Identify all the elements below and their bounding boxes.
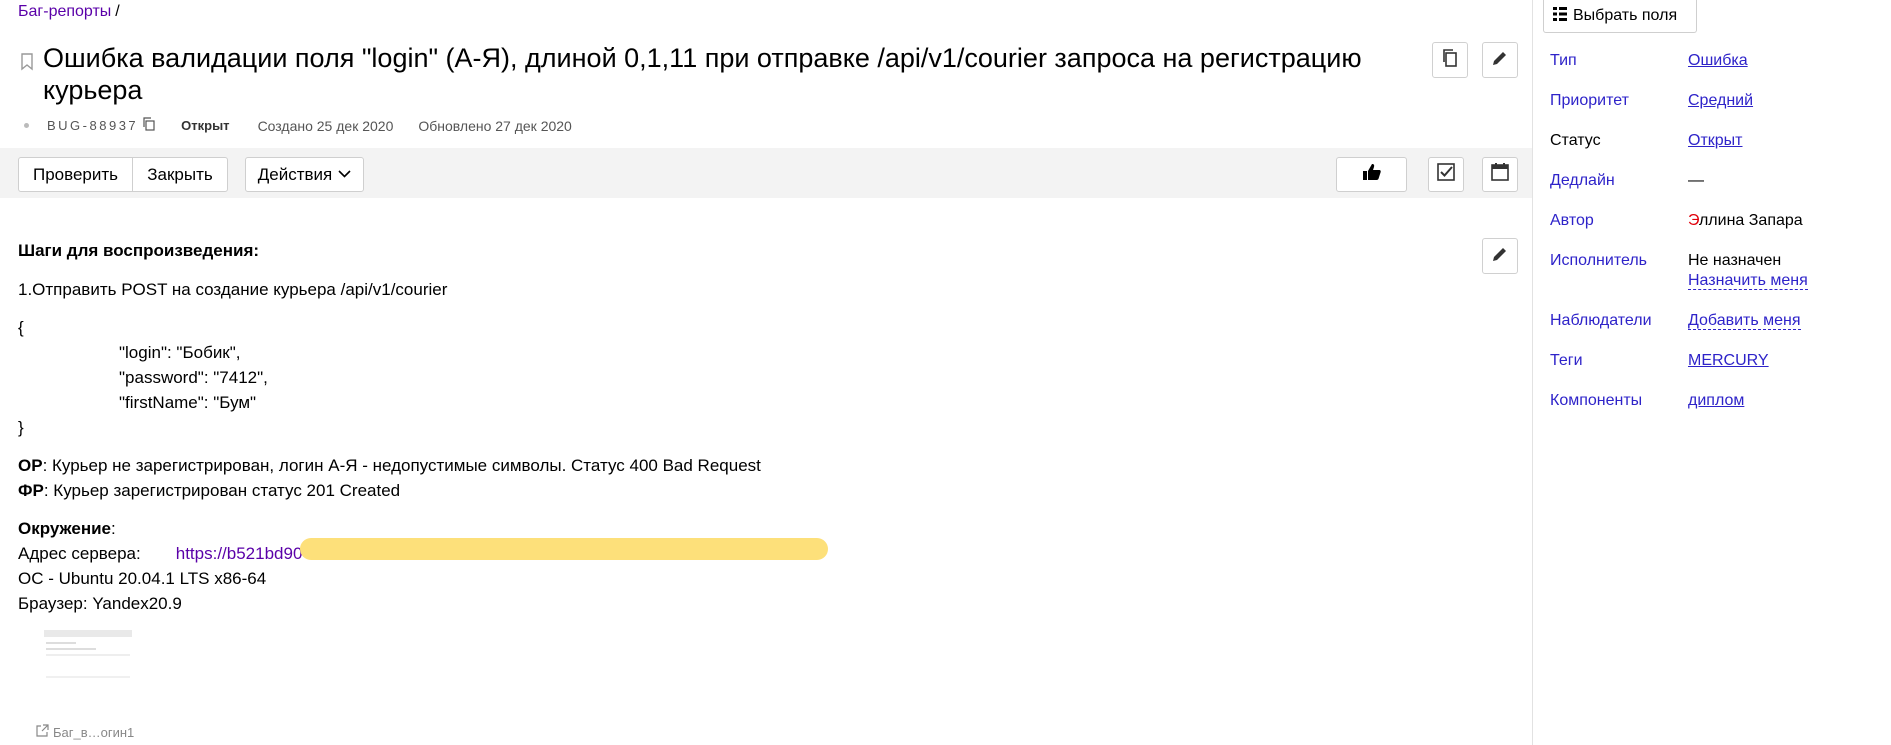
field-label: Статус xyxy=(1550,132,1601,149)
close-button[interactable]: Закрыть xyxy=(132,157,228,192)
author-initial: Э xyxy=(1688,212,1699,229)
page-title: Ошибка валидации поля "login" (А-Я), дли… xyxy=(43,43,1362,105)
meta-dot xyxy=(24,123,29,128)
server-url-link[interactable]: https://b521bd90-e xyxy=(176,544,318,563)
json-line: "firstName": "Бум" xyxy=(119,393,257,412)
edit-title-button[interactable] xyxy=(1482,42,1518,78)
component-link[interactable]: диплом xyxy=(1688,392,1744,410)
actions-label: Действия xyxy=(257,164,333,184)
author-value[interactable]: Эллина Запара xyxy=(1688,212,1803,230)
attachment-name: Баг_в…огин1 xyxy=(53,724,135,740)
assignee-value: Не назначен xyxy=(1688,252,1782,269)
json-line: "password": "7412", xyxy=(119,368,268,387)
breadcrumb-separator: / xyxy=(115,3,120,20)
status-badge: Открыт xyxy=(181,118,230,133)
expected-label: ОР xyxy=(18,456,43,475)
updated-date: Обновлено 27 дек 2020 xyxy=(418,117,572,134)
choose-fields-button[interactable]: Выбрать поля xyxy=(1543,0,1697,33)
author-name-rest: ллина Запара xyxy=(1698,212,1803,229)
choose-fields-label: Выбрать поля xyxy=(1573,7,1678,24)
add-me-link: Добавить меня xyxy=(1688,312,1801,330)
created-date: Создано 25 дек 2020 xyxy=(257,117,394,134)
server-label: Адрес сервера: xyxy=(18,544,141,563)
issue-key: BUG-88937 xyxy=(47,118,139,133)
assign-me-label[interactable]: Назначить меня xyxy=(1688,272,1808,290)
copy-icon xyxy=(1441,48,1459,73)
thumbs-up-icon xyxy=(1362,163,1382,186)
deadline-value[interactable]: — xyxy=(1688,172,1704,190)
calendar-button[interactable] xyxy=(1482,157,1518,192)
attachment-thumbnail[interactable] xyxy=(42,628,134,696)
type-value-link[interactable]: Ошибка xyxy=(1688,52,1748,70)
field-label: Дедлайн xyxy=(1550,172,1615,189)
environment-colon: : xyxy=(111,519,116,538)
pencil-icon xyxy=(1491,49,1509,72)
expected-text: : Курьер не зарегистрирован, логин А-Я -… xyxy=(42,456,761,475)
steps-heading: Шаги для воспроизведения: xyxy=(18,241,260,260)
tag-link[interactable]: MERCURY xyxy=(1688,352,1769,370)
field-label: Тип xyxy=(1550,52,1577,69)
field-label: Теги xyxy=(1550,352,1583,369)
field-label: Приоритет xyxy=(1550,92,1629,109)
pencil-icon xyxy=(1491,245,1509,268)
breadcrumb-bug-reports-link[interactable]: Баг-репорты xyxy=(18,3,111,20)
check-button[interactable]: Проверить xyxy=(18,157,133,192)
field-label: Компоненты xyxy=(1550,392,1643,409)
sidebar: Выбрать поля Тип Ошибка Приоритет Средни… xyxy=(1532,0,1891,745)
redaction-mark xyxy=(300,538,828,560)
add-me-label[interactable]: Добавить меня xyxy=(1688,312,1801,330)
os-info: ОС - Ubuntu 20.04.1 LTS x86-64 xyxy=(18,569,267,588)
breadcrumb: Баг-репорты / xyxy=(18,3,120,21)
step-1: 1.Отправить POST на создание курьера /ap… xyxy=(18,280,448,299)
field-label: Исполнитель xyxy=(1550,252,1648,269)
issue-meta: BUG-88937 Открыт Создано 25 дек 2020 Обн… xyxy=(24,117,597,134)
copy-key-icon[interactable] xyxy=(142,117,155,134)
bookmark-icon[interactable] xyxy=(20,53,34,71)
field-label: Автор xyxy=(1550,212,1594,229)
priority-value-link[interactable]: Средний xyxy=(1688,92,1753,110)
copy-button[interactable] xyxy=(1432,42,1468,78)
chevron-down-icon xyxy=(338,163,351,183)
like-button[interactable] xyxy=(1336,157,1407,192)
json-brace-close: } xyxy=(18,418,24,437)
actions-dropdown[interactable]: Действия xyxy=(245,157,364,192)
attachment-link[interactable]: Баг_в…огин1 xyxy=(36,724,134,740)
fields-icon xyxy=(1552,6,1573,27)
environment-label: Окружение xyxy=(18,519,112,538)
expected-result: ОР: Курьер не зарегистрирован, логин А-Я… xyxy=(18,453,761,478)
external-link-icon xyxy=(36,724,49,740)
issue-main: Баг-репорты / Ошибка валидации поля "logi… xyxy=(0,0,1532,745)
json-line: "login": "Бобик", xyxy=(119,343,241,362)
edit-description-button[interactable] xyxy=(1482,238,1518,274)
json-brace-open: { xyxy=(18,318,24,337)
assign-me-link: Назначить меня xyxy=(1688,272,1808,290)
status-value-link[interactable]: Открыт xyxy=(1688,132,1743,150)
checklist-button[interactable] xyxy=(1428,157,1464,192)
field-label: Наблюдатели xyxy=(1550,312,1652,329)
calendar-icon xyxy=(1490,162,1510,187)
checkbox-icon xyxy=(1436,162,1456,187)
browser-info: Браузер: Yandex20.9 xyxy=(18,594,182,613)
actual-label: ФР xyxy=(18,481,44,500)
actual-result: ФР: Курьер зарегистрирован статус 201 Cr… xyxy=(18,478,761,503)
actual-text: : Курьер зарегистрирован статус 201 Crea… xyxy=(43,481,401,500)
action-toolbar: Проверить Закрыть Действия xyxy=(0,148,1532,198)
